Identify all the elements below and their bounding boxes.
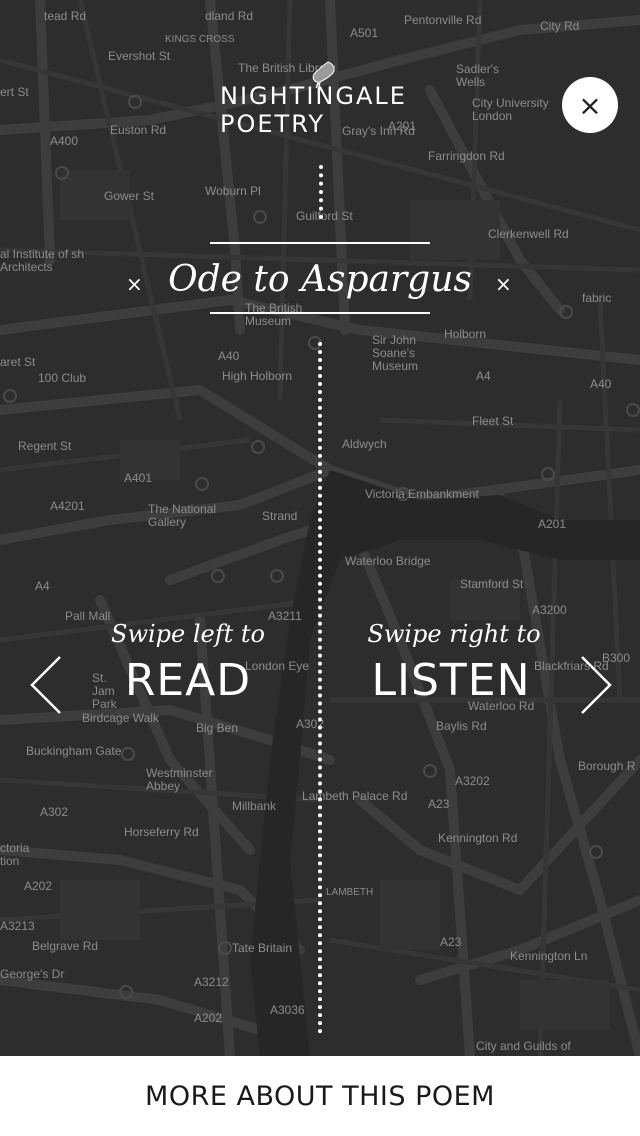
more-about-poem-label: MORE ABOUT THIS POEM <box>145 1080 495 1112</box>
map-label: George's Dr <box>0 967 65 981</box>
logo-line-2: POETRY <box>220 110 325 138</box>
map-label: A3200 <box>532 603 567 617</box>
map-label: A23 <box>440 935 462 949</box>
nightingale-bird-icon <box>312 61 335 95</box>
dotted-divider-top <box>319 165 327 219</box>
map-label: Aldwych <box>342 437 387 451</box>
dotted-divider-center <box>318 342 326 1034</box>
map-label: A4 <box>35 579 50 593</box>
map-label: ert St <box>0 85 29 99</box>
map-label: A201 <box>538 517 567 531</box>
map-label: Horseferry Rd <box>124 825 199 839</box>
map-label: A400 <box>50 134 79 148</box>
swipe-right-hint: Swipe right to <box>367 620 541 648</box>
more-about-poem-button[interactable]: MORE ABOUT THIS POEM <box>0 1056 640 1136</box>
map-label: A302 <box>40 805 69 819</box>
close-button[interactable]: × <box>562 77 618 133</box>
map-label: A3212 <box>194 975 229 989</box>
map-label: A3213 <box>0 919 35 933</box>
map-label: A202 <box>194 1011 223 1025</box>
map-label: ctoria tion <box>0 841 30 868</box>
map-label: fabric <box>582 291 612 305</box>
map-label: A4 <box>476 369 491 383</box>
map-label: Kennington Rd <box>438 831 518 845</box>
map-label: A3202 <box>455 774 490 788</box>
map-label: A3036 <box>270 1003 305 1017</box>
map-label: Holborn <box>444 327 487 341</box>
map-label: Regent St <box>18 439 72 453</box>
map-label: The National Gallery <box>148 502 217 529</box>
map-label: City University London <box>472 96 549 123</box>
read-label[interactable]: READ <box>78 655 298 706</box>
map-label: A40 <box>218 349 240 363</box>
map-label: Buckingham Gate <box>26 744 122 758</box>
map-label: Sadler's Wells <box>456 62 499 89</box>
map-label: dland Rd <box>205 9 254 23</box>
map-label: A501 <box>350 26 379 40</box>
map-label: Millbank <box>232 799 277 813</box>
map-label: Pentonville Rd <box>404 13 482 27</box>
map-label: A4201 <box>50 499 85 513</box>
map-label: aret St <box>0 355 36 369</box>
map-label: A40 <box>590 377 612 391</box>
map-label: City and Guilds of <box>476 1039 571 1053</box>
map-label: City Rd <box>540 19 580 33</box>
map-label: Sir John Soane's Museum <box>372 333 419 373</box>
title-rule-top <box>210 242 430 244</box>
title-marker-right-icon: × <box>495 272 512 296</box>
swipe-right-arrow-icon[interactable] <box>578 655 614 715</box>
title-marker-left-icon: × <box>126 272 143 296</box>
map-label: Woburn Pl <box>205 184 261 198</box>
map-label: tead Rd <box>44 9 87 23</box>
map-label: Strand <box>262 509 298 523</box>
map-label: LAMBETH <box>326 887 374 898</box>
nightingale-poetry-logo: NIGHTINGALE POETRY <box>220 61 407 138</box>
map-label: Gower St <box>104 189 155 203</box>
map-label: Fleet St <box>472 414 514 428</box>
map-label: Big Ben <box>196 721 239 735</box>
poem-title: Ode to Aspargus <box>168 259 472 300</box>
map-label: Victoria Embankment <box>365 487 479 501</box>
map-label: Tate Britain <box>232 941 293 955</box>
map-label: Stamford St <box>460 577 524 591</box>
map-label: Belgrave Rd <box>32 939 99 953</box>
swipe-left-hint: Swipe left to <box>111 620 265 648</box>
title-rule-bottom <box>210 312 430 314</box>
map-label: Clerkenwell Rd <box>488 227 569 241</box>
map-label: Birdcage Walk <box>82 711 159 725</box>
listen-label[interactable]: LISTEN <box>341 655 561 706</box>
map-label: Waterloo Bridge <box>345 554 431 568</box>
swipe-left-arrow-icon[interactable] <box>28 655 64 715</box>
app-screen: Pentonville Rd City Rd KINGS CROSS dland… <box>0 0 640 1136</box>
map-label: A401 <box>124 471 153 485</box>
map-label: Baylis Rd <box>436 719 487 733</box>
map-label: al Institute of sh Architects <box>0 247 85 274</box>
map-label: KINGS CROSS <box>165 34 235 45</box>
map-label: Westminster Abbey <box>146 766 213 793</box>
map-label: High Holborn <box>222 369 293 383</box>
map-label: Kennington Ln <box>510 949 588 963</box>
close-icon: × <box>578 88 602 122</box>
map-label: Evershot St <box>108 49 171 63</box>
map-label: A202 <box>24 879 53 893</box>
map-label: A23 <box>428 797 450 811</box>
map-label: Farringdon Rd <box>428 149 505 163</box>
map-label: Borough R <box>578 759 636 773</box>
map-label: 100 Club <box>38 371 87 385</box>
map-label: Euston Rd <box>110 123 167 137</box>
map-label: The British Museum <box>245 301 303 328</box>
